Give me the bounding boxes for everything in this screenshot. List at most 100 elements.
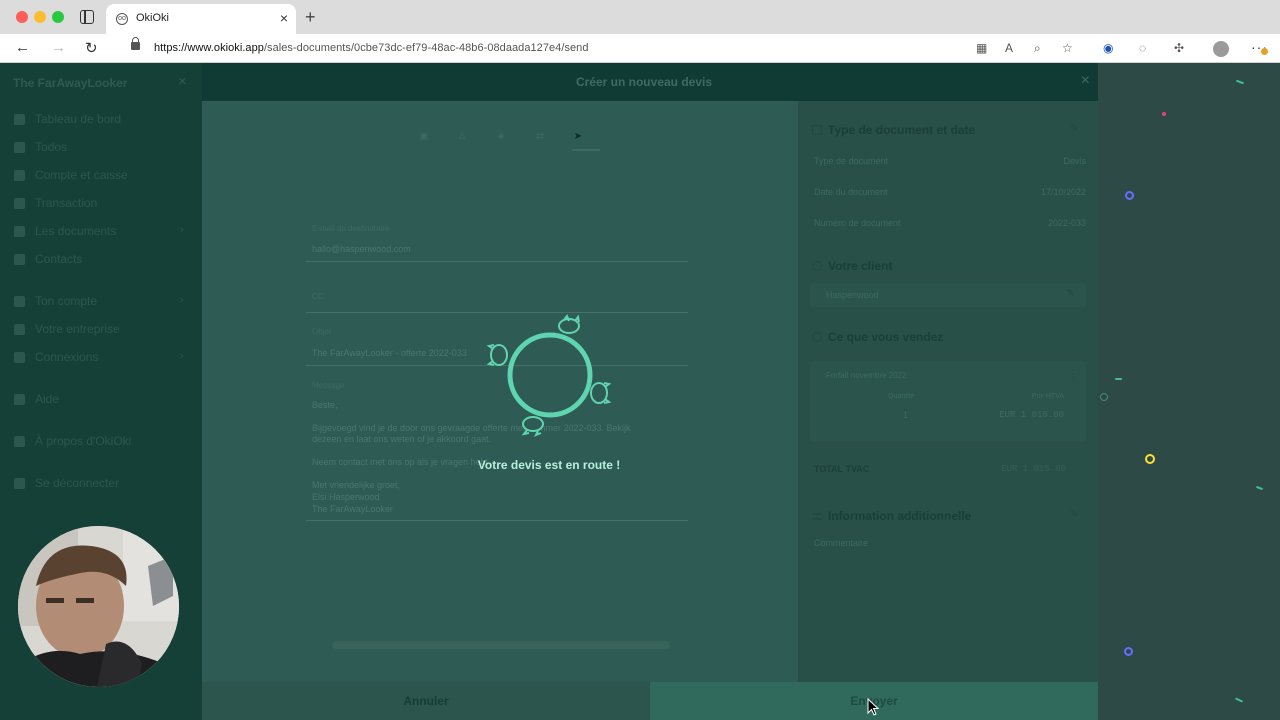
sending-animation	[480, 305, 620, 445]
doc-date-value: 17/10/2022	[1040, 187, 1086, 197]
products-step-icon[interactable]: ◈	[494, 131, 508, 145]
message-underline	[306, 520, 688, 521]
confetti-dot	[1162, 112, 1166, 116]
doc-date-label: Date du document	[814, 187, 888, 197]
doc-type-label: Type de document	[814, 156, 889, 166]
background-area	[1098, 63, 1280, 720]
client-step-icon[interactable]: ♙	[455, 131, 469, 145]
active-step-indicator	[572, 149, 600, 151]
update-badge	[1261, 48, 1268, 55]
close-tab-icon[interactable]: ×	[280, 10, 288, 26]
message-line: Met vriendelijke groet,	[312, 480, 401, 490]
info-icon	[14, 435, 25, 447]
sidebar-item-company[interactable]: Votre entreprise	[14, 320, 120, 338]
read-aloud-icon[interactable]: A	[1005, 41, 1013, 55]
confetti-dash	[1235, 79, 1245, 85]
apps-icon[interactable]: ▦	[976, 41, 987, 55]
sidebar-item-dashboard[interactable]: Tableau de bord	[14, 110, 121, 128]
sidebar-item-connections[interactable]: Connexions	[14, 348, 98, 366]
spinner-ring	[507, 332, 593, 418]
new-tab-icon[interactable]: +	[305, 7, 316, 28]
webcam-overlay	[18, 526, 179, 687]
product-line-card[interactable]: Forfait novembre 2022 ⋮ Quantité Prix HT…	[810, 361, 1086, 441]
forward-icon[interactable]: →	[51, 39, 66, 56]
chevron-right-icon: ›	[180, 224, 184, 236]
extension-shield-icon[interactable]: ◌	[1139, 41, 1146, 55]
sidebar-item-todos[interactable]: Todos	[14, 138, 67, 156]
list-icon	[812, 512, 822, 520]
box-icon	[812, 332, 822, 342]
bank-icon	[14, 169, 25, 181]
logout-icon	[14, 477, 25, 489]
edit-pencil-icon[interactable]: ✎	[1070, 509, 1078, 520]
email-underline	[306, 261, 688, 262]
email-field[interactable]: hallo@haspenwood.com	[312, 244, 411, 254]
sidebar-close-icon[interactable]: ×	[178, 73, 187, 90]
doc-section-title: Type de document et date	[812, 123, 975, 137]
tab-actions-icon[interactable]	[80, 10, 94, 24]
send-step-icon[interactable]: ➤	[571, 131, 585, 145]
browser-tab-okioki[interactable]: oo OkiOki ×	[106, 4, 296, 34]
product-price: EUR 1 015.00	[999, 410, 1064, 420]
zoom-icon[interactable]: ⌕	[1034, 41, 1041, 56]
favorite-star-icon[interactable]: ☆	[1062, 41, 1073, 55]
maximize-window-button[interactable]	[52, 11, 64, 23]
sidebar-item-help[interactable]: Aide	[14, 390, 59, 408]
options-step-icon[interactable]: ⇄	[533, 131, 547, 145]
message-line: The FarAwayLooker	[312, 504, 393, 514]
attachment-hint	[332, 641, 670, 649]
subject-label: Objet	[312, 327, 332, 336]
back-icon[interactable]: ←	[15, 39, 30, 56]
sidebar-item-account[interactable]: Ton compte	[14, 292, 97, 310]
sell-section-title: Ce que vous vendez	[812, 330, 943, 344]
edit-pencil-icon[interactable]: ✎	[1070, 123, 1078, 134]
confetti-dash	[1234, 697, 1244, 703]
sidebar-item-contacts[interactable]: Contacts	[14, 250, 82, 268]
comment-label: Commentaire	[814, 538, 869, 548]
sidebar-item-accounts[interactable]: Compte et caisse	[14, 166, 128, 184]
confetti-ring	[1125, 191, 1134, 200]
sidebar-item-transactions[interactable]: Transaction	[14, 194, 97, 212]
product-qty: 1	[903, 410, 909, 420]
cc-field[interactable]: CC	[312, 292, 324, 301]
extensions-puzzle-icon[interactable]: ✣	[1174, 41, 1184, 55]
extension-compass-icon[interactable]: ◉	[1103, 41, 1113, 55]
subject-field[interactable]: The FarAwayLooker - offerte 2022-033	[312, 348, 467, 358]
confetti-dash	[1115, 378, 1122, 380]
client-card[interactable]: Haspenwood ✎	[810, 283, 1086, 307]
cancel-button[interactable]: Annuler	[202, 682, 650, 720]
qty-header: Quantité	[888, 393, 915, 400]
close-window-button[interactable]	[16, 11, 28, 23]
chevron-right-icon: ›	[180, 294, 184, 306]
link-icon	[14, 351, 25, 363]
reload-icon[interactable]: ↻	[85, 39, 98, 57]
help-icon	[14, 393, 25, 405]
calendar-step-icon[interactable]: ▣	[417, 131, 431, 145]
dashboard-icon	[14, 113, 25, 125]
lock-icon[interactable]	[131, 37, 140, 50]
doc-number-value: 2022-033	[1047, 218, 1086, 228]
edit-pencil-icon[interactable]: ✎	[1066, 288, 1074, 299]
client-section-title: Votre client	[812, 259, 892, 273]
modal-title: Créer un nouveau devis	[575, 75, 713, 89]
profile-avatar[interactable]	[1213, 41, 1229, 57]
todo-icon	[14, 141, 25, 153]
favicon-icon: oo	[116, 13, 128, 25]
modal-close-icon[interactable]: ×	[1081, 72, 1090, 90]
piggy-icon	[558, 313, 580, 334]
more-vertical-icon[interactable]: ⋮	[1068, 369, 1078, 380]
piggy-icon	[486, 344, 508, 366]
message-line: Elsi Hasperwood	[312, 492, 380, 502]
doc-number-label: Numéro de document	[814, 218, 901, 228]
url-field[interactable]: https://www.okioki.app/sales-documents/0…	[154, 42, 589, 54]
sidebar-item-documents[interactable]: Les documents	[14, 222, 116, 240]
sidebar-item-logout[interactable]: Se déconnecter	[14, 474, 119, 492]
price-header: Prix HTVA	[1031, 393, 1064, 400]
sidebar-item-about[interactable]: À propos d'OkiOki	[14, 432, 131, 450]
stepper: ▣ ♙ ◈ ⇄ ➤	[417, 131, 600, 151]
doc-type-value: Devis	[1063, 156, 1086, 166]
quote-summary-panel: Type de document et date ✎ Type de docum…	[798, 101, 1098, 682]
building-icon	[14, 323, 25, 335]
modal-header: Créer un nouveau devis ×	[202, 63, 1098, 101]
minimize-window-button[interactable]	[34, 11, 46, 23]
